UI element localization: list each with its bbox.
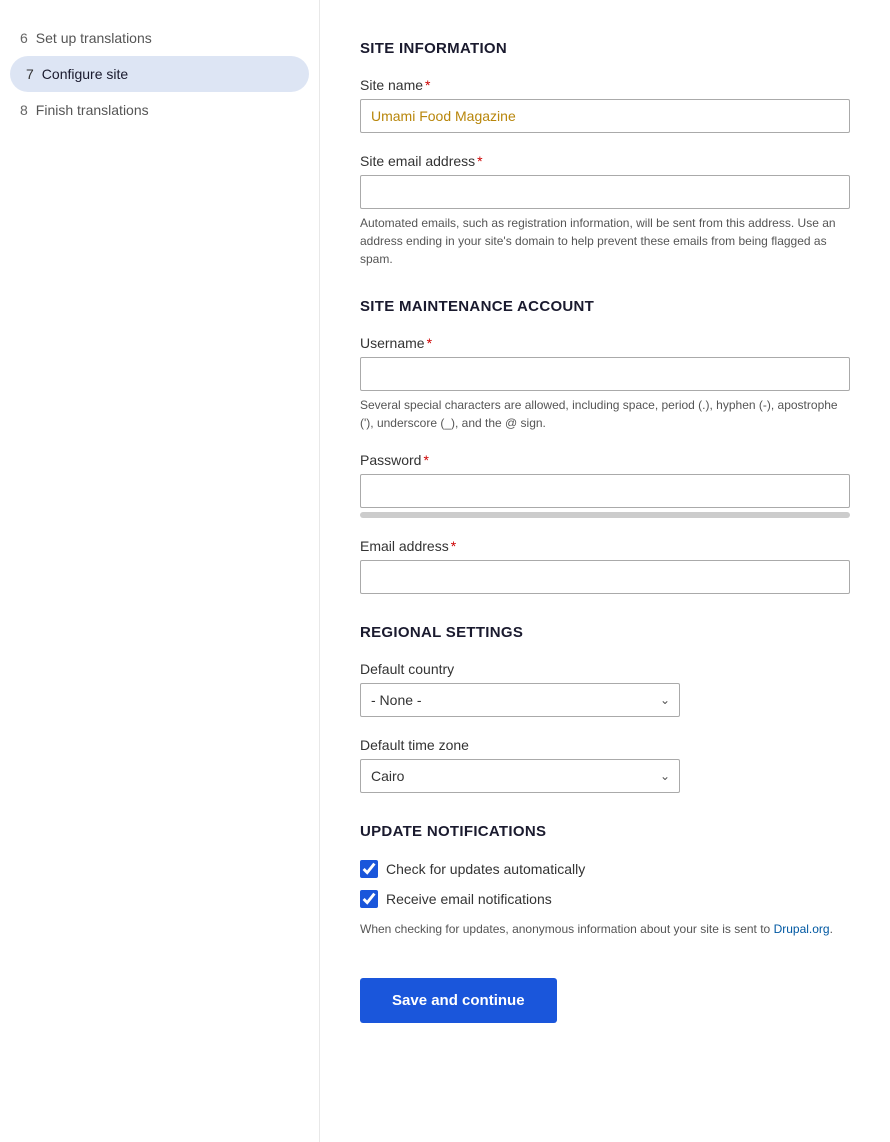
sidebar: 6 Set up translations 7 Configure site 8… (0, 0, 320, 1142)
required-star-email-addr: * (451, 538, 456, 554)
check-updates-checkbox[interactable] (360, 860, 378, 878)
site-name-group: Site name* (360, 77, 850, 133)
sidebar-item-label-active: Configure site (42, 66, 128, 82)
default-timezone-wrapper: Cairo UTC America/New_York America/Los_A… (360, 759, 680, 793)
step-number-finish: 8 (20, 102, 28, 118)
site-maintenance-title: SITE MAINTENANCE ACCOUNT (360, 298, 850, 315)
step-number: 6 (20, 30, 28, 46)
site-maintenance-section: SITE MAINTENANCE ACCOUNT Username* Sever… (360, 298, 850, 594)
update-notifications-title: UPDATE NOTIFICATIONS (360, 823, 850, 840)
password-group: Password* (360, 452, 850, 518)
update-notifications-hint: When checking for updates, anonymous inf… (360, 920, 850, 938)
check-updates-group: Check for updates automatically (360, 860, 850, 878)
email-notifications-checkbox[interactable] (360, 890, 378, 908)
default-country-group: Default country - None - United States U… (360, 661, 850, 717)
username-input[interactable] (360, 357, 850, 391)
site-information-section: SITE INFORMATION Site name* Site email a… (360, 40, 850, 268)
site-email-hint: Automated emails, such as registration i… (360, 214, 850, 268)
default-timezone-label: Default time zone (360, 737, 850, 753)
site-email-label: Site email address* (360, 153, 850, 169)
sidebar-item-configure-site[interactable]: 7 Configure site (10, 56, 309, 92)
site-information-title: SITE INFORMATION (360, 40, 850, 57)
step-number-active: 7 (26, 66, 34, 82)
email-notifications-label: Receive email notifications (386, 891, 552, 907)
required-star-password: * (423, 452, 428, 468)
required-star-email: * (477, 153, 482, 169)
username-hint: Several special characters are allowed, … (360, 396, 850, 432)
save-and-continue-button[interactable]: Save and continue (360, 978, 557, 1023)
password-input[interactable] (360, 474, 850, 508)
drupal-org-link[interactable]: Drupal.org (774, 922, 830, 936)
sidebar-item-label-finish: Finish translations (36, 102, 149, 118)
default-timezone-group: Default time zone Cairo UTC America/New_… (360, 737, 850, 793)
site-email-input[interactable] (360, 175, 850, 209)
required-star-username: * (427, 335, 432, 351)
email-address-group: Email address* (360, 538, 850, 594)
site-name-input[interactable] (360, 99, 850, 133)
regional-settings-section: REGIONAL SETTINGS Default country - None… (360, 624, 850, 793)
required-star: * (425, 77, 430, 93)
sidebar-item-set-up-translations[interactable]: 6 Set up translations (0, 20, 319, 56)
regional-settings-title: REGIONAL SETTINGS (360, 624, 850, 641)
email-notifications-group: Receive email notifications (360, 890, 850, 908)
update-notifications-section: UPDATE NOTIFICATIONS Check for updates a… (360, 823, 850, 938)
check-updates-label: Check for updates automatically (386, 861, 585, 877)
default-country-label: Default country (360, 661, 850, 677)
sidebar-item-label: Set up translations (36, 30, 152, 46)
password-label: Password* (360, 452, 850, 468)
main-content: SITE INFORMATION Site name* Site email a… (320, 0, 890, 1142)
default-timezone-select[interactable]: Cairo UTC America/New_York America/Los_A… (360, 759, 680, 793)
email-address-input[interactable] (360, 560, 850, 594)
default-country-wrapper: - None - United States United Kingdom Ca… (360, 683, 680, 717)
site-email-group: Site email address* Automated emails, su… (360, 153, 850, 268)
default-country-select[interactable]: - None - United States United Kingdom Ca… (360, 683, 680, 717)
sidebar-item-finish-translations[interactable]: 8 Finish translations (0, 92, 319, 128)
password-strength-bar (360, 512, 850, 518)
username-group: Username* Several special characters are… (360, 335, 850, 432)
username-label: Username* (360, 335, 850, 351)
email-address-label: Email address* (360, 538, 850, 554)
site-name-label: Site name* (360, 77, 850, 93)
